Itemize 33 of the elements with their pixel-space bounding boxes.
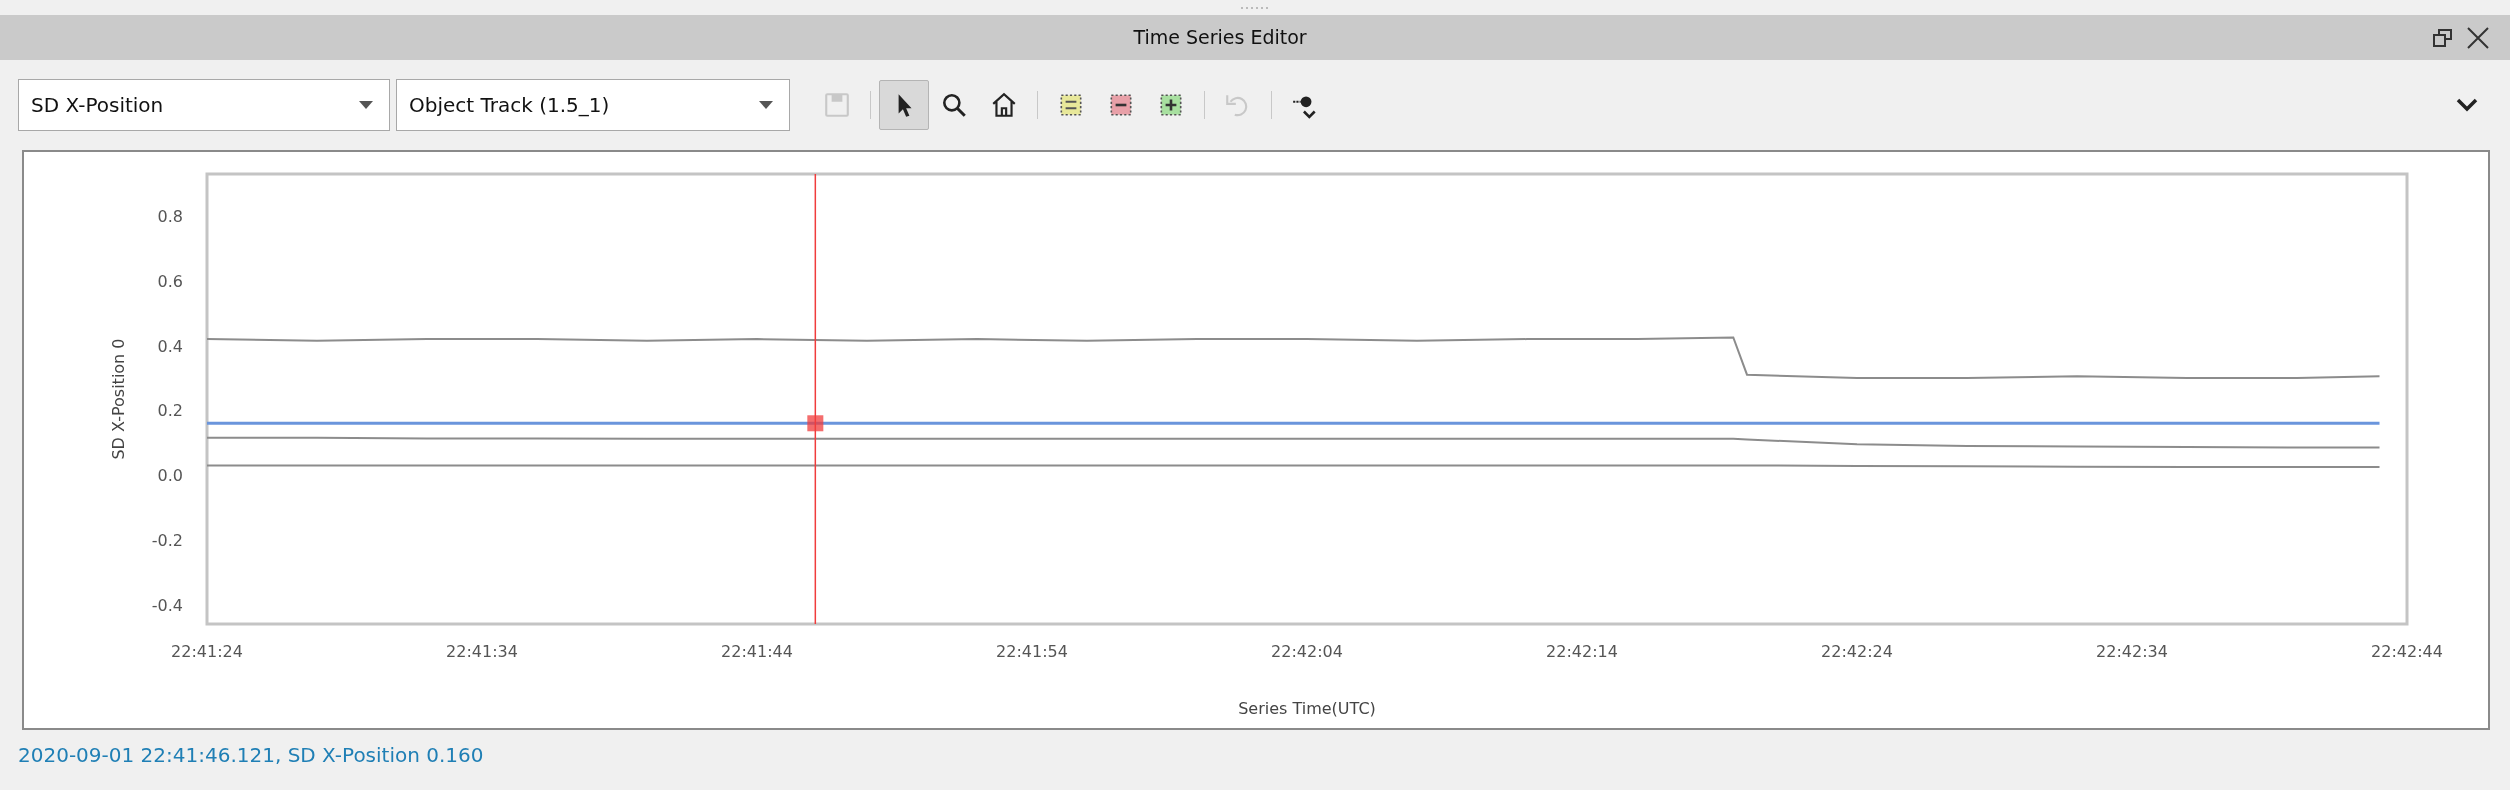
axis-tick-label: 0.6: [157, 271, 183, 291]
caret-icon: [359, 101, 373, 109]
axis-tick-label: 22:41:44: [721, 642, 793, 661]
cursor-line[interactable]: [814, 173, 817, 625]
cursor-marker[interactable]: [807, 415, 824, 432]
axis-tick-label: 22:42:24: [1821, 642, 1893, 661]
home-icon: [990, 91, 1018, 119]
axis-tick-label: 0.0: [157, 466, 183, 486]
axis-tick-label: 22:41:54: [996, 642, 1068, 661]
pointer-button[interactable]: [879, 80, 929, 130]
grip-handle[interactable]: [1240, 5, 1270, 10]
axis-tick-label: 22:42:04: [1271, 642, 1343, 661]
status-text: 2020-09-01 22:41:46.121, SD X-Position 0.160: [18, 743, 484, 767]
axis-tick-label: -0.4: [151, 595, 183, 615]
chevron-down-icon: [2456, 98, 2478, 112]
search-icon: [940, 91, 968, 119]
axis-tick-label: 22:42:34: [2096, 642, 2168, 661]
axis-title: SD X-Position 0: [109, 338, 128, 460]
axis-tick-label: -0.2: [151, 530, 183, 550]
window-title: Time Series Editor: [1133, 25, 1307, 51]
dropdown[interactable]: Object Track (1.5_1): [396, 79, 790, 131]
dropdown[interactable]: SD X-Position: [18, 79, 390, 131]
axis-tick-label: 22:42:44: [2371, 642, 2443, 661]
restore-icon: [2432, 26, 2454, 49]
caret-icon: [759, 101, 773, 109]
axis-tick-label: 22:41:34: [446, 642, 518, 661]
close-icon: [2466, 25, 2490, 50]
axis-tick-label: 0.8: [157, 207, 183, 227]
axis-tick-label: 22:41:24: [171, 642, 243, 661]
axis-tick-label: 0.4: [157, 336, 183, 356]
axis-tick-label: 0.2: [157, 401, 183, 421]
axis-title: Series Time(UTC): [1238, 699, 1376, 718]
axis-tick-label: 22:42:14: [1546, 642, 1618, 661]
